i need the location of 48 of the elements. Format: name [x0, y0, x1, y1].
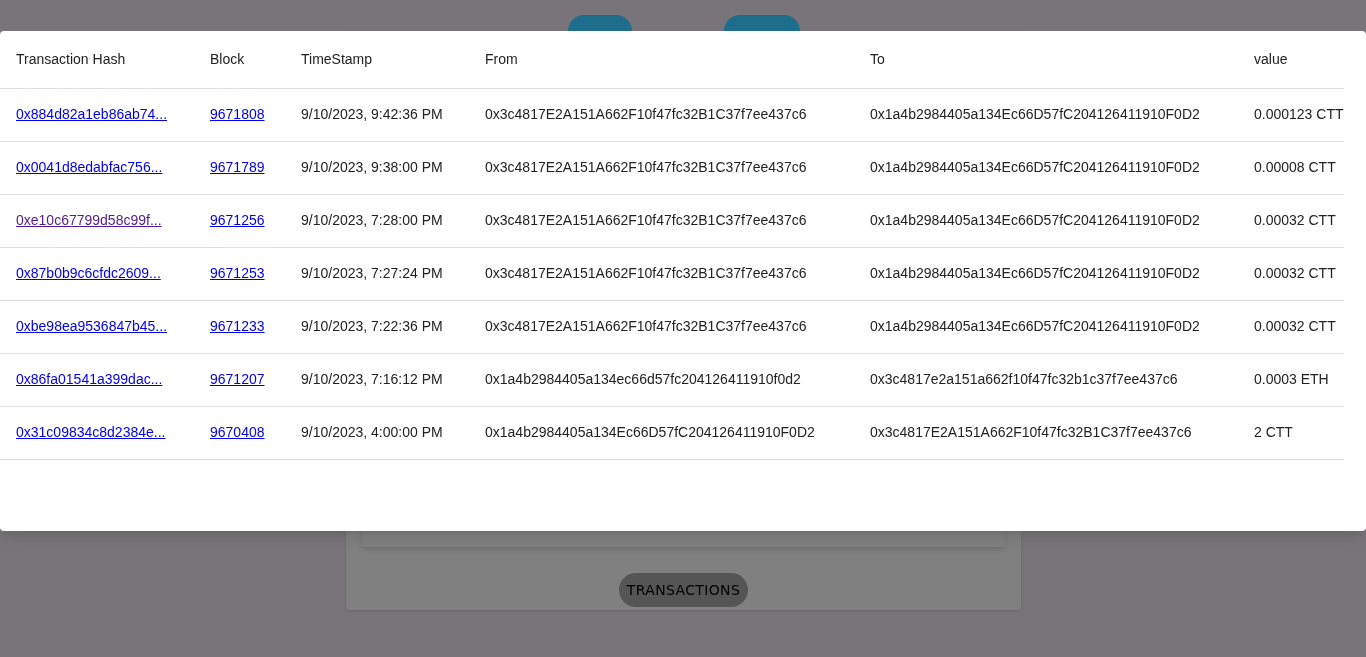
table-cell: 0x3c4817E2A151A662F10f47fc32B1C37f7ee437c6 [485, 106, 807, 122]
table-cell: 0x1a4b2984405a134Ec66D57fC204126411910F0D2 [870, 106, 1200, 122]
transaction-hash-link[interactable]: 0x86fa01541a399dac... [16, 371, 163, 387]
transaction-hash-link[interactable]: 0x0041d8edabfac756... [16, 159, 163, 175]
transaction-hash-link[interactable]: 0xbe98ea9536847b45... [16, 318, 168, 334]
table-cell: 2 CTT [1254, 424, 1293, 440]
transaction-hash-link[interactable]: 0x884d82a1eb86ab74... [16, 106, 168, 122]
table-cell: 9/10/2023, 4:00:00 PM [301, 424, 443, 440]
table-cell: 0.0003 ETH [1254, 371, 1329, 387]
table-cell: 0x1a4b2984405a134Ec66D57fC204126411910F0D2 [870, 159, 1200, 175]
column-header: TimeStamp [301, 50, 373, 67]
table-cell: 0x1a4b2984405a134Ec66D57fC204126411910F0D2 [485, 424, 815, 440]
column-header: Block [210, 50, 245, 67]
table-cell: 0x1a4b2984405a134Ec66D57fC204126411910F0D2 [870, 318, 1200, 334]
block-link[interactable]: 9671207 [210, 371, 265, 387]
block-link[interactable]: 9671808 [210, 106, 265, 122]
column-header: From [485, 50, 518, 67]
table-cell: 0x3c4817E2A151A662F10f47fc32B1C37f7ee437c6 [485, 265, 807, 281]
table-cell: 0x3c4817e2a151a662f10f47fc32b1c37f7ee437c6 [870, 371, 1178, 387]
table-cell: 9/10/2023, 7:16:12 PM [301, 371, 443, 387]
table-cell: 0.000123 CTT [1254, 106, 1344, 122]
table-cell: 0x3c4817E2A151A662F10f47fc32B1C37f7ee437c6 [485, 318, 807, 334]
column-header: value [1254, 50, 1288, 67]
table-cell: 0x3c4817E2A151A662F10f47fc32B1C37f7ee437c6 [870, 424, 1192, 440]
table-cell: 9/10/2023, 7:27:24 PM [301, 265, 443, 281]
table-cell: 0.00008 CTT [1254, 159, 1336, 175]
block-link[interactable]: 9671253 [210, 265, 265, 281]
table-cell: 0.00032 CTT [1254, 318, 1336, 334]
table-cell: 9/10/2023, 7:22:36 PM [301, 318, 443, 334]
table-cell: 9/10/2023, 7:28:00 PM [301, 212, 443, 228]
table-cell: 0.00032 CTT [1254, 265, 1336, 281]
transaction-hash-link[interactable]: 0x31c09834c8d2384e... [16, 424, 166, 440]
table-cell: 9/10/2023, 9:38:00 PM [301, 159, 443, 175]
table-cell: 0x1a4b2984405a134Ec66D57fC204126411910F0D2 [870, 212, 1200, 228]
table-cell: 0x3c4817E2A151A662F10f47fc32B1C37f7ee437c6 [485, 159, 807, 175]
column-header: Transaction Hash [16, 50, 126, 67]
transaction-hash-link[interactable]: 0x87b0b9c6cfdc2609... [16, 265, 161, 281]
block-link[interactable]: 9670408 [210, 424, 265, 440]
block-link[interactable]: 9671233 [210, 318, 265, 334]
block-link[interactable]: 9671789 [210, 159, 265, 175]
table-cell: 0.00032 CTT [1254, 212, 1336, 228]
table-cell: 0x1a4b2984405a134ec66d57fc204126411910f0d2 [485, 371, 801, 387]
table-cell: 0x3c4817E2A151A662F10f47fc32B1C37f7ee437c6 [485, 212, 807, 228]
block-link[interactable]: 9671256 [210, 212, 265, 228]
column-header: To [870, 50, 885, 67]
table-cell: 0x1a4b2984405a134Ec66D57fC204126411910F0D2 [870, 265, 1200, 281]
table-cell: 9/10/2023, 9:42:36 PM [301, 106, 443, 122]
transaction-hash-link[interactable]: 0xe10c67799d58c99f... [16, 212, 162, 228]
